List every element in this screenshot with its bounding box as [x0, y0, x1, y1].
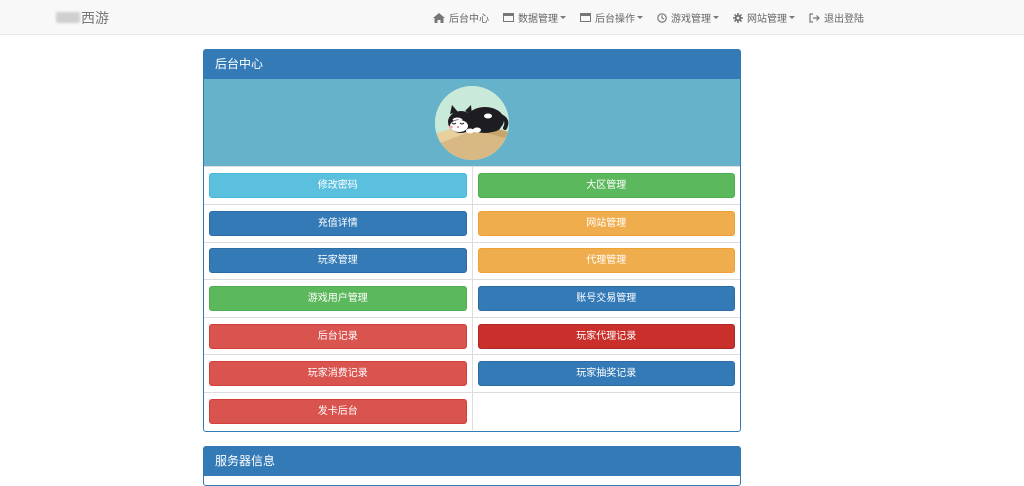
- nav-item-label: 后台中心: [449, 14, 489, 25]
- recharge-details-button[interactable]: 充值详情: [209, 210, 467, 236]
- player-consumption-log-button[interactable]: 玩家消费记录: [209, 361, 467, 387]
- caret-down-icon: [713, 16, 719, 19]
- nav-item-backend-operations[interactable]: 后台操作: [573, 0, 650, 35]
- game-user-management-button[interactable]: 游戏用户管理: [209, 286, 467, 312]
- button-row: 玩家消费记录 玩家抽奖记录: [204, 354, 740, 393]
- home-icon: [433, 12, 445, 23]
- grid-cell: 发卡后台: [204, 392, 472, 431]
- button-row: 后台记录 玩家代理记录: [204, 316, 740, 355]
- nav-item-label: 网站管理: [747, 14, 787, 25]
- panel-title: 后台中心: [204, 50, 740, 79]
- clock-icon: [657, 12, 667, 23]
- nav-item-label: 数据管理: [518, 14, 558, 25]
- region-management-button[interactable]: 大区管理: [477, 173, 735, 199]
- nav-item-site-management[interactable]: 网站管理: [726, 0, 802, 35]
- grid-cell: 玩家抽奖记录: [471, 354, 740, 393]
- card-issuing-backend-button[interactable]: 发卡后台: [209, 399, 467, 425]
- window-icon: [503, 13, 514, 22]
- caret-down-icon: [637, 16, 643, 19]
- grid-cell: 玩家代理记录: [471, 316, 740, 355]
- agent-management-button[interactable]: 代理管理: [477, 248, 735, 274]
- brand-name: 西游: [81, 10, 109, 27]
- dashboard-panel: 后台中心 修改密码 大区管理 充值详情 网站管理 玩家管理 代理管理 游戏用户管…: [203, 49, 741, 432]
- grid-cell: 后台记录: [204, 316, 472, 355]
- grid-cell: 修改密码: [204, 167, 472, 205]
- grid-cell: 玩家管理: [204, 241, 472, 280]
- nav-item-label: 后台操作: [595, 14, 635, 25]
- grid-cell: 游戏用户管理: [204, 279, 472, 318]
- site-management-button[interactable]: 网站管理: [477, 210, 735, 236]
- server-info-panel: 服务器信息: [203, 446, 741, 486]
- caret-down-icon: [560, 16, 566, 19]
- nav-menu: 后台中心 数据管理 后台操作 游戏管理 网站管理 退出登陆: [426, 0, 871, 35]
- button-row: 发卡后台: [204, 392, 740, 431]
- grid-cell: 代理管理: [471, 241, 740, 280]
- top-navbar: 西游 后台中心 数据管理 后台操作 游戏管理 网站管理 退出登陆: [0, 0, 1024, 35]
- caret-down-icon: [789, 16, 795, 19]
- button-row: 充值详情 网站管理: [204, 204, 740, 243]
- panel-title: 服务器信息: [204, 447, 740, 476]
- brand-blurred-text: [56, 12, 80, 23]
- cat-avatar-icon: [435, 85, 509, 160]
- player-agent-log-button[interactable]: 玩家代理记录: [477, 323, 735, 349]
- button-row: 玩家管理 代理管理: [204, 241, 740, 280]
- grid-cell: 玩家消费记录: [204, 354, 472, 393]
- grid-cell: 网站管理: [471, 204, 740, 243]
- avatar-banner: [204, 79, 740, 167]
- grid-cell: 充值详情: [204, 204, 472, 243]
- grid-cell: 账号交易管理: [471, 279, 740, 318]
- player-management-button[interactable]: 玩家管理: [209, 248, 467, 274]
- button-row: 游戏用户管理 账号交易管理: [204, 279, 740, 318]
- window-icon: [580, 13, 591, 22]
- nav-item-label: 游戏管理: [671, 14, 711, 25]
- backend-log-button[interactable]: 后台记录: [209, 323, 467, 349]
- nav-item-dashboard[interactable]: 后台中心: [426, 0, 496, 35]
- grid-cell-empty: [471, 392, 740, 431]
- nav-item-game-management[interactable]: 游戏管理: [650, 0, 726, 35]
- nav-item-logout[interactable]: 退出登陆: [802, 0, 871, 35]
- gear-icon: [733, 12, 743, 23]
- logout-icon: [809, 12, 820, 23]
- brand-logo[interactable]: 西游: [56, 0, 109, 35]
- nav-item-label: 退出登陆: [824, 14, 864, 25]
- function-button-grid: 修改密码 大区管理 充值详情 网站管理 玩家管理 代理管理 游戏用户管理 账号交…: [204, 167, 740, 431]
- account-trade-management-button[interactable]: 账号交易管理: [477, 286, 735, 312]
- grid-cell: 大区管理: [471, 167, 740, 205]
- nav-item-data-management[interactable]: 数据管理: [496, 0, 573, 35]
- player-lottery-log-button[interactable]: 玩家抽奖记录: [477, 361, 735, 387]
- button-row: 修改密码 大区管理: [204, 167, 740, 205]
- change-password-button[interactable]: 修改密码: [209, 173, 467, 199]
